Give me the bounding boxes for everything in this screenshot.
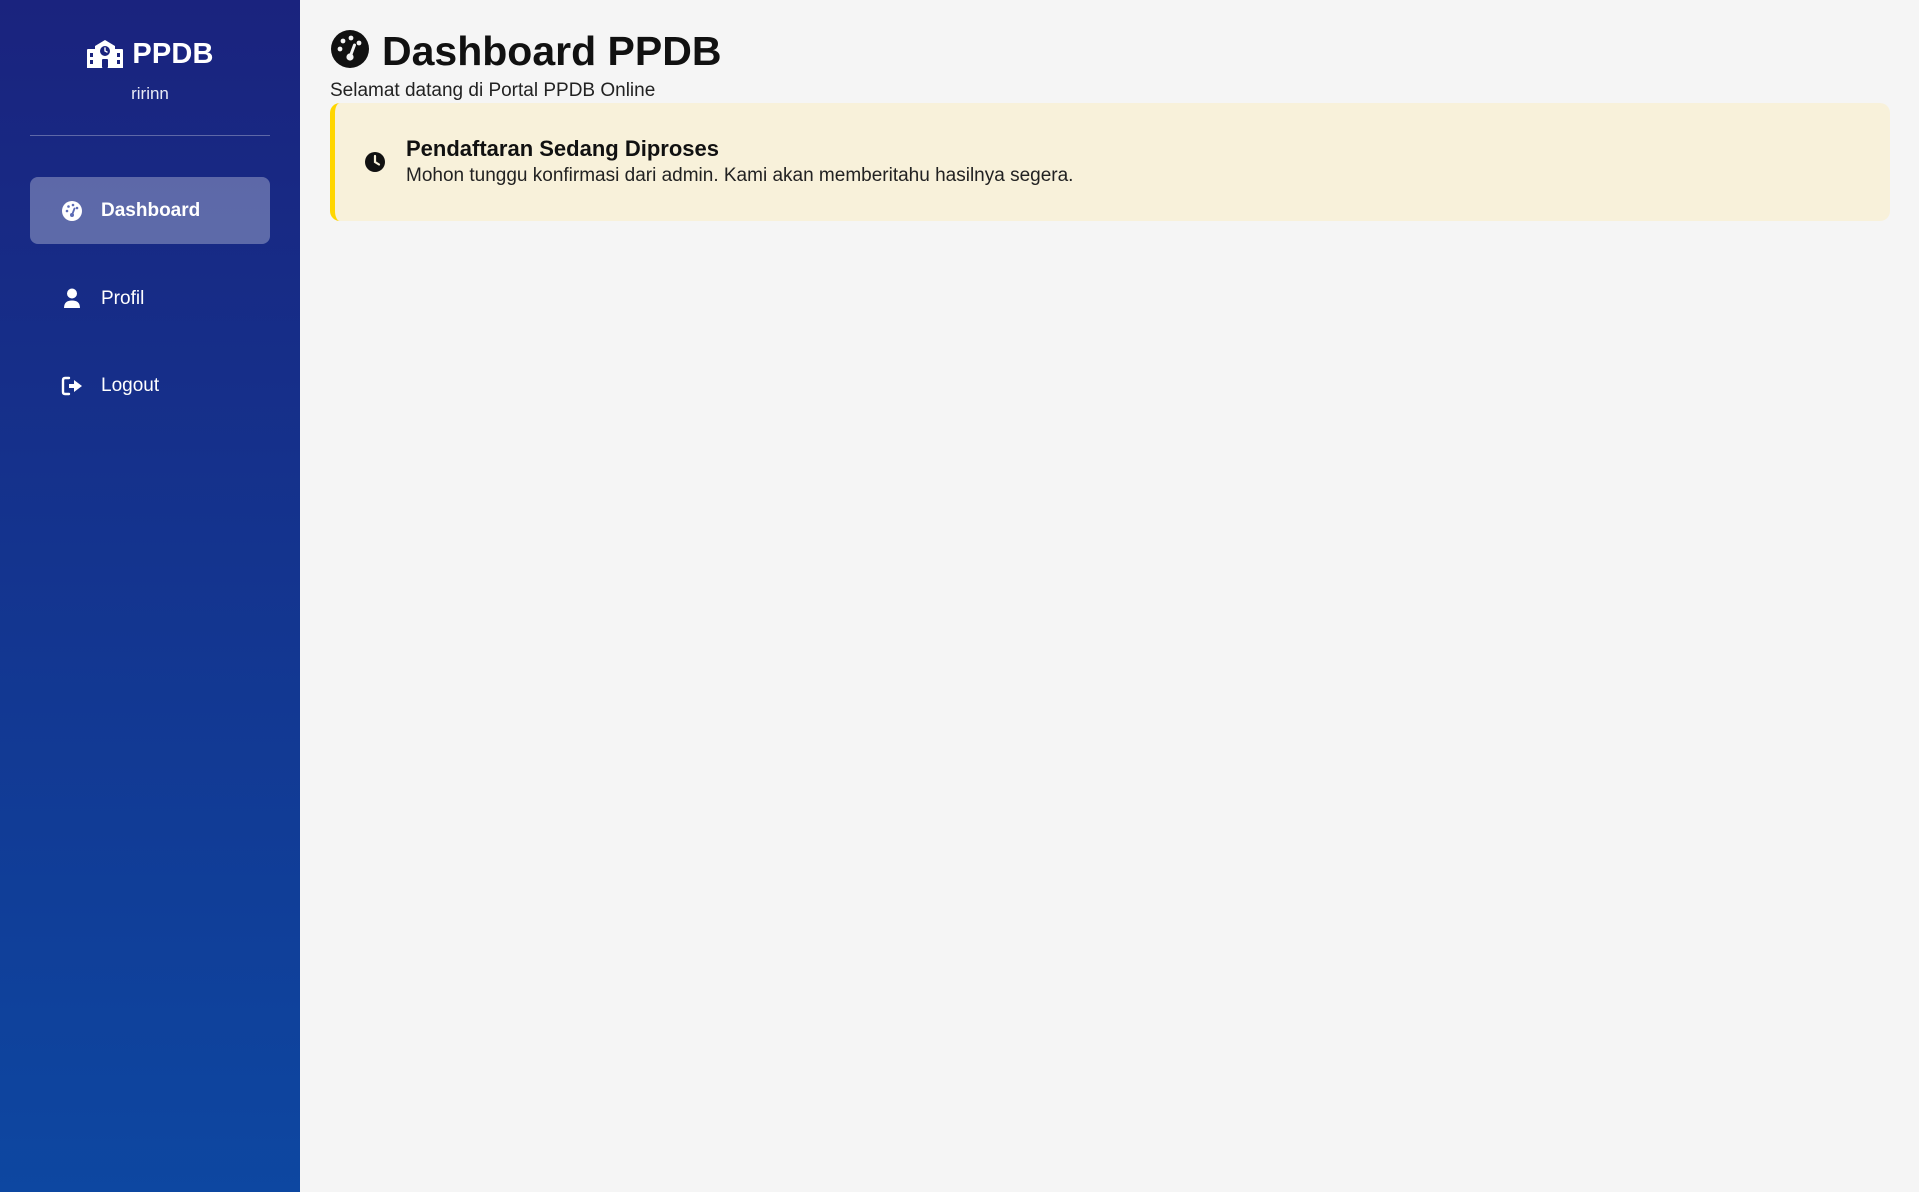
sidebar-item-label: Profil [101, 287, 145, 309]
gauge-icon [61, 200, 83, 222]
gauge-icon [330, 29, 370, 74]
sidebar-item-label: Logout [101, 374, 160, 396]
brand: PPDB [0, 34, 300, 74]
alert-title: Pendaftaran Sedang Diproses [406, 136, 719, 161]
sidebar-item-dashboard[interactable]: Dashboard [30, 177, 270, 244]
user-icon [61, 288, 83, 310]
sidebar-divider [30, 135, 270, 136]
brand-title: PPDB [132, 37, 214, 70]
clock-icon [364, 151, 386, 173]
logout-icon [61, 375, 83, 397]
main-content: Dashboard PPDB Selamat datang di Portal … [300, 0, 1919, 1192]
app-root: PPDB ririnn Dashboard Profil Logout Dash… [0, 0, 1919, 1192]
sidebar: PPDB ririnn Dashboard Profil Logout [0, 0, 300, 1192]
page-header: Dashboard PPDB [330, 28, 721, 75]
alert-text: Pendaftaran Sedang Diproses Mohon tunggu… [406, 135, 1073, 189]
sidebar-item-profil[interactable]: Profil [30, 265, 270, 332]
username: ririnn [131, 84, 169, 103]
page-title: Dashboard PPDB [382, 28, 722, 74]
school-icon [86, 39, 124, 69]
page-subtitle: Selamat datang di Portal PPDB Online [330, 80, 656, 101]
alert-message: Mohon tunggu konfirmasi dari admin. Kami… [406, 165, 1074, 186]
sidebar-item-logout[interactable]: Logout [30, 352, 270, 419]
status-alert: Pendaftaran Sedang Diproses Mohon tunggu… [330, 103, 1890, 221]
sidebar-item-label: Dashboard [101, 199, 201, 221]
